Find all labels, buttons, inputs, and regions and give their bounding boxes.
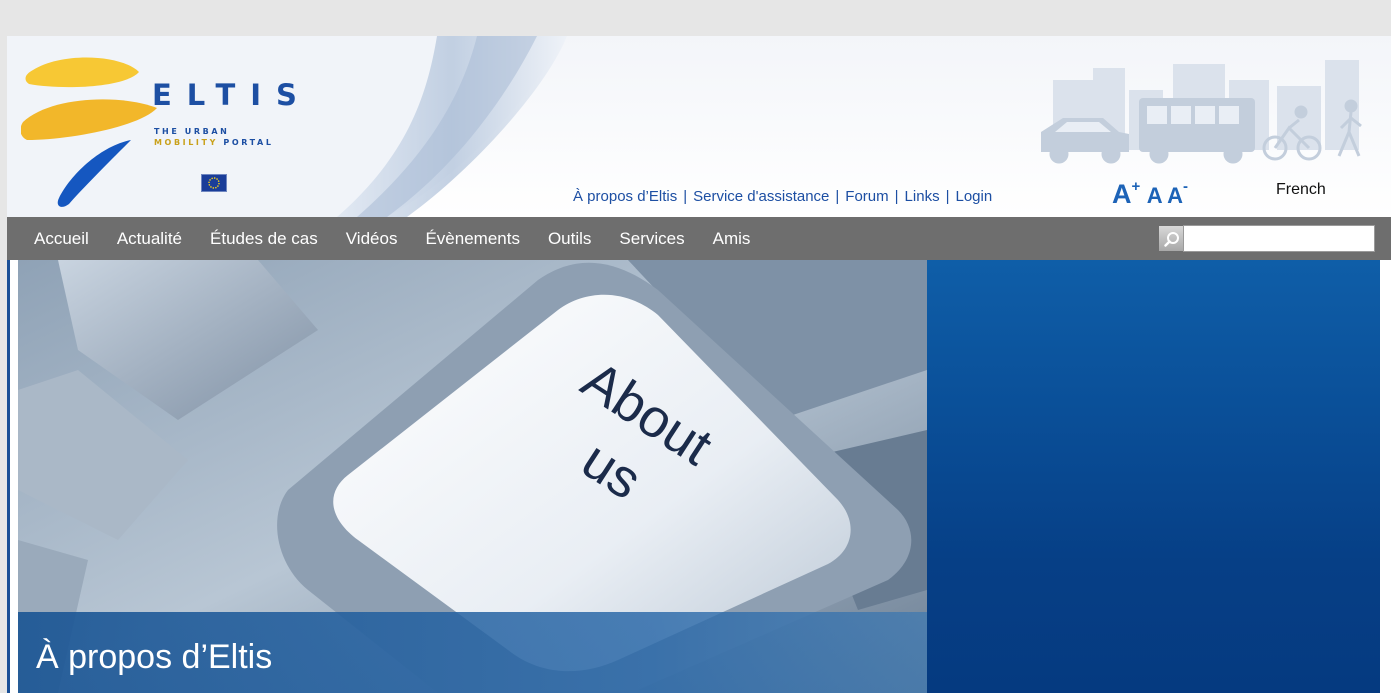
nav-item-evenements[interactable]: Évènements: [425, 229, 520, 249]
logo-mark-icon: [21, 57, 157, 207]
nav-item-accueil[interactable]: Accueil: [34, 229, 89, 249]
logo-tagline-line1: THE URBAN: [154, 127, 230, 136]
language-selector[interactable]: French: [1276, 181, 1326, 199]
font-decrease-letter: A: [1167, 183, 1183, 208]
font-decrease-button[interactable]: A-: [1167, 178, 1188, 209]
toplink-helpdesk[interactable]: Service d'assistance: [693, 188, 829, 205]
page: ELTIS THE URBAN MOBILITY PORTAL À propos…: [7, 36, 1391, 693]
main-navigation: Accueil Actualité Études de cas Vidéos É…: [7, 217, 1391, 260]
eu-stars-icon: [208, 177, 220, 189]
logo-wordmark: ELTIS: [152, 78, 312, 112]
nav-item-amis[interactable]: Amis: [713, 229, 751, 249]
logo-tagline-portal: PORTAL: [223, 138, 274, 147]
logo-tagline-line2: MOBILITY PORTAL: [154, 138, 274, 147]
separator: |: [945, 188, 950, 205]
site-header: ELTIS THE URBAN MOBILITY PORTAL À propos…: [7, 36, 1391, 217]
logo-tagline-mobility: MOBILITY: [154, 138, 218, 147]
font-increase-button[interactable]: A+: [1112, 178, 1140, 210]
hero-caption-bar: À propos d’Eltis: [18, 612, 927, 693]
nav-item-etudes-de-cas[interactable]: Études de cas: [210, 229, 318, 249]
city-transport-illustration: [1041, 60, 1362, 164]
nav-item-services[interactable]: Services: [619, 229, 684, 249]
font-size-controls: A+ A A-: [1112, 178, 1188, 210]
page-title: À propos d’Eltis: [36, 638, 273, 676]
font-normal-button[interactable]: A: [1147, 183, 1163, 209]
nav-item-actualite[interactable]: Actualité: [117, 229, 182, 249]
side-panel: [927, 260, 1380, 693]
hero-banner: About us À propos d’Eltis: [18, 260, 927, 693]
font-increase-letter: A: [1112, 179, 1132, 209]
nav-item-outils[interactable]: Outils: [548, 229, 591, 249]
magnifier-icon: [1163, 231, 1179, 247]
toplink-links[interactable]: Links: [905, 188, 940, 205]
font-decrease-sign: -: [1182, 178, 1188, 195]
nav-item-videos[interactable]: Vidéos: [346, 229, 398, 249]
separator: |: [835, 188, 840, 205]
left-edge-stripe: [7, 260, 18, 693]
search-input[interactable]: [1183, 225, 1375, 252]
search-button[interactable]: [1159, 226, 1184, 251]
eltis-logo[interactable]: ELTIS THE URBAN MOBILITY PORTAL: [21, 50, 321, 210]
right-margin: [1380, 260, 1391, 693]
eu-flag-icon: [201, 174, 227, 192]
separator: |: [683, 188, 688, 205]
toplink-forum[interactable]: Forum: [845, 188, 888, 205]
toplink-login[interactable]: Login: [955, 188, 992, 205]
separator: |: [894, 188, 899, 205]
nav-list: Accueil Actualité Études de cas Vidéos É…: [34, 217, 778, 260]
font-increase-sign: +: [1131, 178, 1141, 195]
toplink-about[interactable]: À propos d’Eltis: [573, 188, 677, 205]
top-links: À propos d’Eltis | Service d'assistance | Fo…: [573, 188, 992, 205]
